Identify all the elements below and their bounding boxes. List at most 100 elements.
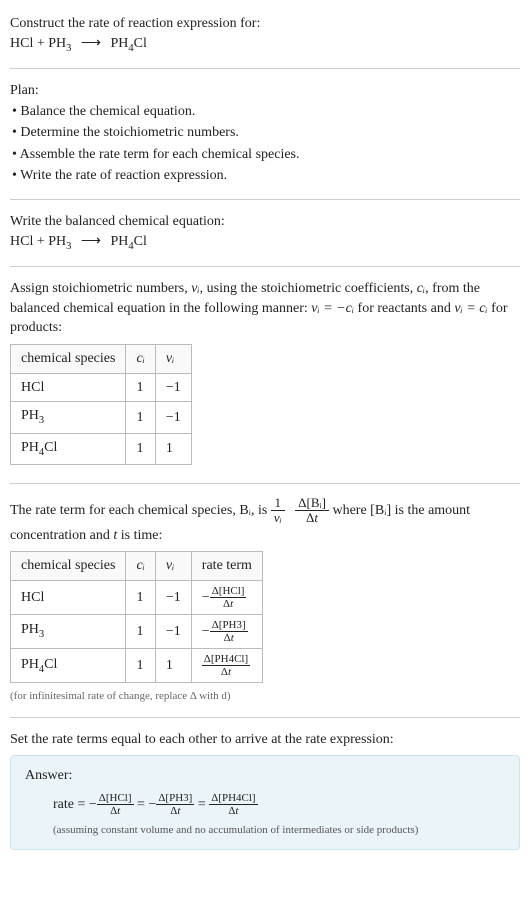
fraction: Δ[PH4Cl]Δt [202,653,250,678]
table-header-row: chemical species cᵢ νᵢ [11,344,192,373]
numerator: 1 [271,496,285,511]
stoich-table: chemical species cᵢ νᵢ HCl 1 −1 PH3 1 −1… [10,344,192,465]
table-header-row: chemical species cᵢ νᵢ rate term [11,552,263,581]
fraction: Δ[HCl]Δt [210,585,247,610]
text: , is [251,503,271,518]
species-hcl: HCl [10,36,33,51]
numerator: Δ[PH3] [156,792,194,805]
denominator: Δt [210,598,247,610]
fraction: 1νᵢ [271,496,285,526]
equals: = [198,797,209,812]
plan-item: • Balance the chemical equation. [12,101,520,123]
numerator: Δ[PH3] [210,619,248,632]
cell-species: HCl [11,373,126,402]
text: for reactants and [354,301,454,316]
denominator: Δt [209,805,257,817]
denominator: Δt [202,666,250,678]
fraction: Δ[HCl]Δt [97,792,134,817]
plan-section: Plan: • Balance the chemical equation. •… [10,75,520,193]
text: The rate term for each chemical species, [10,503,239,518]
symbol-bi: Bᵢ [239,503,251,518]
col-ci: cᵢ [126,344,155,373]
final-section: Set the rate terms equal to each other t… [10,724,520,856]
text: , using the stoichiometric coefficients, [200,281,417,296]
neg-sign: − [202,590,210,605]
fraction: Δ[PH3]Δt [156,792,194,817]
table-row: HCl 1 −1 −Δ[HCl]Δt [11,580,263,614]
table-row: HCl 1 −1 [11,373,192,402]
text: is time: [117,528,162,543]
species-ph4cl: PH4Cl [110,234,146,249]
species-ph3: PH3 [48,234,71,249]
divider [10,68,520,69]
divider [10,483,520,484]
denominator: Δt [97,805,134,817]
prompt-title: Construct the rate of reaction expressio… [10,14,520,34]
cell-nui: −1 [155,402,191,433]
divider [10,717,520,718]
prompt-section: Construct the rate of reaction expressio… [10,8,520,62]
col-nui: νᵢ [155,344,191,373]
rateterm-section: The rate term for each chemical species,… [10,490,520,711]
cell-ci: 1 [126,580,155,614]
species-hcl: HCl [10,234,33,249]
cell-ci: 1 [126,615,155,649]
stoich-text: Assign stoichiometric numbers, νᵢ, using… [10,279,520,338]
numerator: Δ[HCl] [210,585,247,598]
cell-ci: 1 [126,433,155,464]
final-heading: Set the rate terms equal to each other t… [10,730,520,750]
relation: νᵢ = cᵢ [454,301,487,316]
balanced-section: Write the balanced chemical equation: HC… [10,206,520,260]
divider [10,266,520,267]
table-row: PH4Cl 1 1 [11,433,192,464]
fraction: Δ[PH3]Δt [210,619,248,644]
denominator: νᵢ [271,511,285,525]
col-ci: cᵢ [126,552,155,581]
rate-label: rate = [53,797,89,812]
text: where [332,503,370,518]
cell-ci: 1 [126,649,155,683]
reaction-arrow-icon: ⟶ [75,232,107,252]
numerator: Δ[Bᵢ] [295,496,329,511]
rate-expression: rate = −Δ[HCl]Δt = −Δ[PH3]Δt = Δ[PH4Cl]Δ… [25,792,505,817]
neg-sign: − [202,624,210,639]
cell-nui: −1 [155,580,191,614]
rateterm-footnote: (for infinitesimal rate of change, repla… [10,689,520,704]
rateterm-text: The rate term for each chemical species,… [10,496,520,545]
plan-heading: Plan: [10,81,520,101]
cell-ci: 1 [126,373,155,402]
fraction: Δ[PH4Cl]Δt [209,792,257,817]
denominator: Δt [156,805,194,817]
plan-item: • Write the rate of reaction expression. [12,165,520,187]
cell-nui: 1 [155,649,191,683]
numerator: Δ[PH4Cl] [202,653,250,666]
relation: νᵢ = −cᵢ [311,301,354,316]
stoich-section: Assign stoichiometric numbers, νᵢ, using… [10,273,520,477]
col-nui: νᵢ [155,552,191,581]
cell-species: PH4Cl [11,649,126,683]
plan-list: • Balance the chemical equation. • Deter… [10,101,520,187]
col-species: chemical species [11,552,126,581]
rateterm-table: chemical species cᵢ νᵢ rate term HCl 1 −… [10,551,263,683]
balanced-heading: Write the balanced chemical equation: [10,212,520,232]
balanced-equation: HCl + PH3 ⟶ PH4Cl [10,232,520,254]
symbol-nu-i: νᵢ [191,281,199,296]
col-rate: rate term [191,552,262,581]
plan-item: • Determine the stoichiometric numbers. [12,122,520,144]
table-row: PH3 1 −1 [11,402,192,433]
plan-item: • Assemble the rate term for each chemic… [12,144,520,166]
cell-species: PH4Cl [11,433,126,464]
answer-label: Answer: [25,766,505,786]
cell-nui: 1 [155,433,191,464]
cell-species: PH3 [11,615,126,649]
reaction-arrow-icon: ⟶ [75,34,107,54]
species-ph4cl: PH4Cl [110,36,146,51]
neg-sign: − [89,797,97,812]
symbol-conc: [Bᵢ] [370,503,391,518]
divider [10,199,520,200]
answer-box: Answer: rate = −Δ[HCl]Δt = −Δ[PH3]Δt = Δ… [10,755,520,849]
cell-ci: 1 [126,402,155,433]
fraction: Δ[Bᵢ]Δt [295,496,329,526]
table-row: PH3 1 −1 −Δ[PH3]Δt [11,615,263,649]
denominator: Δt [295,511,329,525]
